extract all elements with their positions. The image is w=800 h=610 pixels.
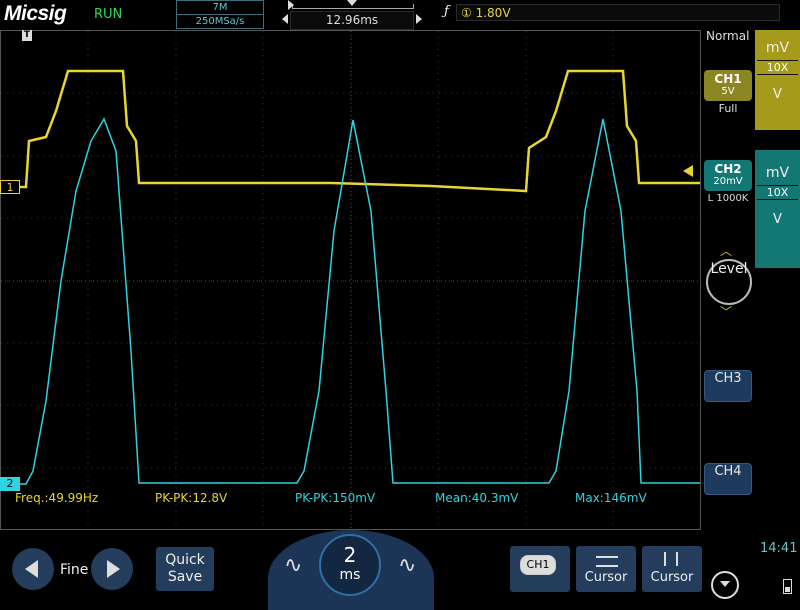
ch2-coupling: L 1000K bbox=[707, 193, 749, 204]
timebase-value: 2 bbox=[343, 543, 357, 567]
acquisition-mode[interactable]: Normal bbox=[706, 29, 749, 43]
level-down-chevron-icon[interactable]: ﹀ bbox=[720, 303, 732, 320]
meas-ch2-max[interactable]: Max:146mV bbox=[575, 491, 647, 505]
ch2-scale-panel[interactable]: mV 10X V bbox=[755, 150, 800, 268]
sample-rate[interactable]: 250MSa/s bbox=[176, 14, 264, 29]
ch2-probe-ratio[interactable]: 10X bbox=[757, 185, 798, 200]
trigger-level-arrow-icon[interactable] bbox=[683, 165, 693, 177]
channel-select-button[interactable]: CH1 bbox=[510, 546, 570, 592]
cursor-vertical-button[interactable]: Cursor bbox=[642, 546, 702, 592]
ch2-unit-v[interactable]: V bbox=[755, 212, 800, 227]
fine-label: Fine bbox=[60, 562, 89, 578]
trigger-level-box[interactable]: ① 1.80V bbox=[456, 4, 780, 21]
ch2-name: CH2 bbox=[714, 162, 742, 176]
ch1-bandwidth-mode: Full bbox=[718, 102, 738, 115]
ch2-scale: 20mV bbox=[713, 176, 743, 187]
clock: 14:41 bbox=[760, 541, 798, 556]
timebase-unit: ms bbox=[339, 567, 361, 583]
meas-frequency[interactable]: Freq.:49.99Hz bbox=[15, 491, 98, 505]
ch1-level-marker[interactable]: 1 bbox=[0, 180, 20, 194]
right-arrow-icon bbox=[107, 560, 120, 578]
quick-save-button[interactable]: Quick Save bbox=[156, 547, 214, 591]
meas-ch2-pkpk[interactable]: PK-PK:150mV bbox=[295, 491, 375, 505]
ch2-level-marker[interactable]: 2 bbox=[0, 477, 20, 491]
waveform-display[interactable] bbox=[0, 30, 701, 530]
quick-save-line1: Quick bbox=[165, 552, 205, 568]
cursor-horizontal-button[interactable]: Cursor bbox=[576, 546, 636, 592]
trigger-position-marker-icon[interactable]: T bbox=[22, 30, 32, 41]
vertical-cursor-icon bbox=[664, 552, 678, 566]
trigger-pos-right-icon[interactable] bbox=[416, 14, 422, 24]
trigger-level: 1.80V bbox=[475, 6, 511, 20]
trigger-time-marker-icon bbox=[288, 0, 294, 10]
meas-ch2-mean[interactable]: Mean:40.3mV bbox=[435, 491, 518, 505]
ch1-scale: 5V bbox=[721, 86, 735, 97]
brand-logo: Micsig bbox=[4, 2, 67, 25]
ch1-probe-ratio[interactable]: 10X bbox=[757, 60, 798, 75]
battery-icon bbox=[783, 579, 792, 594]
fine-right-button[interactable] bbox=[91, 548, 133, 590]
ch2-button[interactable]: CH2 20mV bbox=[704, 160, 752, 191]
ch1-tab: CH1 bbox=[520, 555, 556, 575]
meas-ch1-pkpk[interactable]: PK-PK:12.8V bbox=[155, 491, 227, 505]
level-button[interactable]: Level bbox=[706, 259, 752, 305]
ch1-scale-panel[interactable]: mV 10X V bbox=[755, 30, 800, 130]
grid-center-axes bbox=[1, 31, 700, 529]
run-status[interactable]: RUN bbox=[94, 7, 122, 22]
sine-wave-icon[interactable]: ∿ bbox=[398, 553, 416, 578]
trigger-position[interactable]: 12.96ms bbox=[290, 11, 414, 30]
ch3-button[interactable]: CH3 bbox=[704, 370, 752, 402]
horizontal-cursor-icon bbox=[596, 556, 618, 567]
memory-depth[interactable]: 7M bbox=[176, 0, 264, 15]
sine-wave-icon[interactable]: ∿ bbox=[284, 553, 302, 578]
trigger-rising-edge-icon[interactable]: ƒ bbox=[444, 4, 449, 19]
quick-save-line2: Save bbox=[167, 569, 203, 585]
ch2-unit-mv[interactable]: mV bbox=[755, 165, 800, 181]
level-up-chevron-icon[interactable]: ︿ bbox=[720, 242, 732, 259]
grid bbox=[1, 31, 700, 529]
trigger-pos-left-icon[interactable] bbox=[282, 14, 288, 24]
timebase-knob[interactable]: 2 ms bbox=[319, 534, 381, 596]
ch4-button[interactable]: CH4 bbox=[704, 463, 752, 495]
ch1-unit-v[interactable]: V bbox=[755, 87, 800, 102]
view-window-marker-icon bbox=[347, 0, 357, 6]
power-icon[interactable] bbox=[711, 571, 739, 599]
cursor-v-label: Cursor bbox=[650, 570, 694, 585]
ch1-name: CH1 bbox=[714, 72, 742, 86]
left-arrow-icon bbox=[25, 560, 38, 578]
ch1-unit-mv[interactable]: mV bbox=[755, 40, 800, 56]
cursor-h-label: Cursor bbox=[584, 570, 628, 585]
fine-left-button[interactable] bbox=[12, 548, 54, 590]
trigger-source-marker: ① bbox=[461, 6, 472, 20]
ch1-button[interactable]: CH1 5V bbox=[704, 70, 752, 101]
